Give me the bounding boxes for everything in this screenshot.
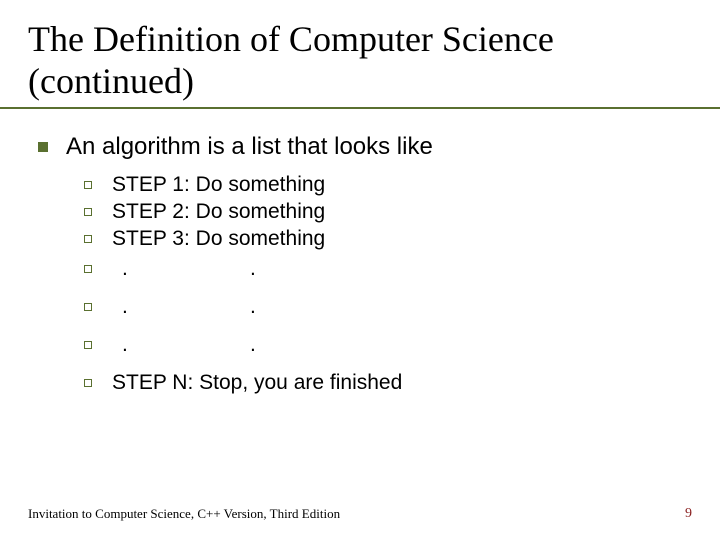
list-item: . . [84, 333, 692, 357]
page-number: 9 [685, 506, 692, 522]
list-item: STEP 1: Do something [84, 173, 692, 197]
list-item: . . [84, 257, 692, 281]
square-outline-icon [84, 341, 92, 349]
list-item: STEP 2: Do something [84, 200, 692, 224]
square-outline-icon [84, 265, 92, 273]
footer-source: Invitation to Computer Science, C++ Vers… [28, 506, 340, 522]
list-item: . . [84, 295, 692, 319]
dot: . [112, 333, 250, 357]
step-text: STEP 3: Do something [112, 227, 325, 251]
slide-title: The Definition of Computer Science (cont… [28, 18, 692, 103]
step-text: STEP N: Stop, you are finished [112, 371, 402, 395]
square-outline-icon [84, 208, 92, 216]
ellipsis-row: . . [112, 333, 256, 357]
content-area: An algorithm is a list that looks like S… [28, 109, 692, 395]
step-text: STEP 1: Do something [112, 173, 325, 197]
dot: . [112, 257, 250, 281]
title-block: The Definition of Computer Science (cont… [0, 18, 720, 109]
dot: . [250, 333, 256, 357]
list-item: STEP N: Stop, you are finished [84, 371, 692, 395]
sublist: STEP 1: Do something STEP 2: Do somethin… [38, 169, 692, 395]
square-outline-icon [84, 303, 92, 311]
footer: Invitation to Computer Science, C++ Vers… [28, 506, 692, 522]
square-bullet-icon [38, 142, 48, 152]
square-outline-icon [84, 379, 92, 387]
square-outline-icon [84, 181, 92, 189]
step-text: STEP 2: Do something [112, 200, 325, 224]
bullet-level1: An algorithm is a list that looks like [38, 133, 692, 161]
ellipsis-row: . . [112, 295, 256, 319]
ellipsis-row: . . [112, 257, 256, 281]
dot: . [112, 295, 250, 319]
main-bullet-text: An algorithm is a list that looks like [66, 133, 433, 161]
square-outline-icon [84, 235, 92, 243]
list-item: STEP 3: Do something [84, 227, 692, 251]
slide: The Definition of Computer Science (cont… [0, 0, 720, 540]
dot: . [250, 295, 256, 319]
dot: . [250, 257, 256, 281]
